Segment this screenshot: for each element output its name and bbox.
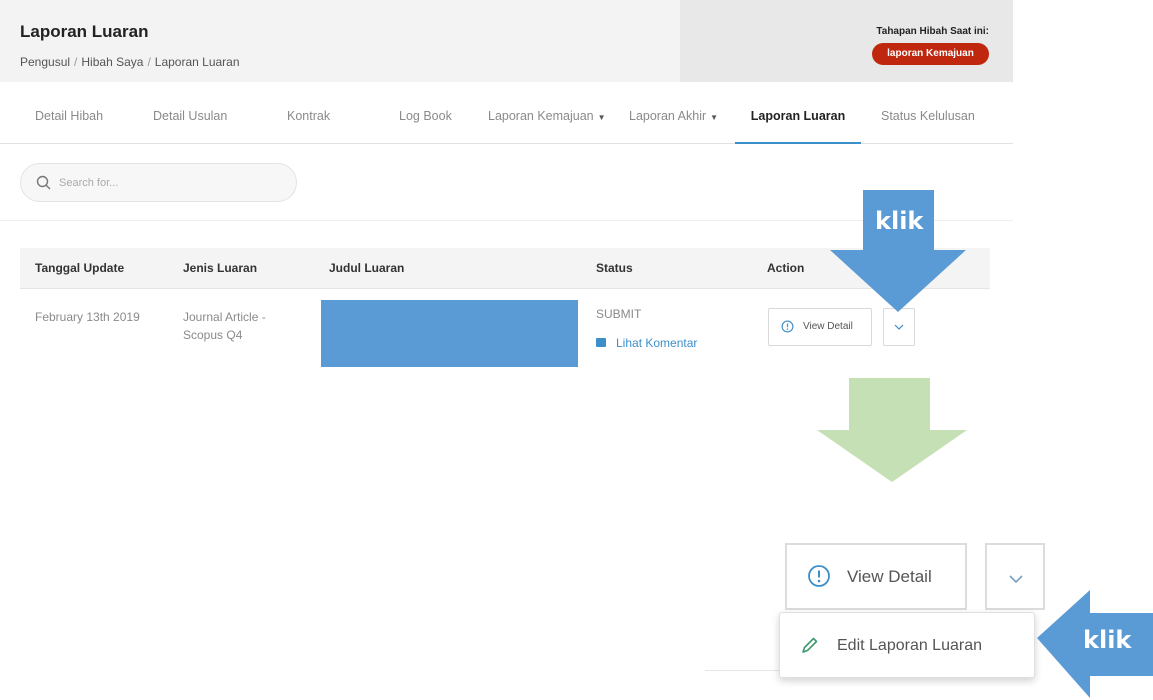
info-icon: [781, 320, 794, 333]
view-detail-label: View Detail: [847, 567, 932, 586]
comment-link-label: Lihat Komentar: [616, 336, 698, 350]
tab-label: Laporan Kemajuan: [488, 109, 594, 123]
cell-jenis-line: Journal Article -: [183, 310, 266, 324]
column-header-judul-luaran: Judul Luaran: [329, 261, 405, 275]
lihat-komentar-link[interactable]: Lihat Komentar: [596, 336, 697, 350]
breadcrumb-item-pengusul[interactable]: Pengusul: [20, 55, 70, 69]
caret-down-icon: ▼: [710, 113, 719, 122]
column-header-jenis-luaran: Jenis Luaran: [183, 261, 258, 275]
view-detail-label: View Detail: [803, 321, 853, 332]
tab-label: Laporan Luaran: [750, 109, 846, 123]
comment-icon: [596, 338, 606, 347]
edit-laporan-luaran-menu-item[interactable]: Edit Laporan Luaran: [780, 613, 1034, 677]
tab-label: Detail Usulan: [153, 109, 228, 123]
chevron-down-icon: [1009, 575, 1023, 583]
redacted-judul-luaran: [321, 300, 578, 367]
tab-laporan-akhir[interactable]: Laporan Akhir ▼: [629, 96, 718, 144]
breadcrumb: Pengusul / Hibah Saya / Laporan Luaran: [20, 55, 240, 69]
page-header: Laporan Luaran Pengusul / Hibah Saya / Lapor…: [0, 0, 1013, 82]
column-header-action: Action: [767, 261, 805, 275]
cell-status: SUBMIT: [596, 307, 642, 321]
tab-label: Log Book: [399, 109, 452, 123]
breadcrumb-item-laporan-luaran: Laporan Luaran: [154, 55, 240, 69]
breadcrumb-separator: /: [147, 55, 151, 69]
tab-bar: Detail Hibah Detail Usulan Kontrak Log B…: [0, 96, 1013, 144]
tab-label: Kontrak: [287, 109, 331, 123]
tab-kontrak[interactable]: Kontrak: [287, 96, 330, 144]
column-header-status: Status: [596, 261, 633, 275]
breadcrumb-item-hibah-saya[interactable]: Hibah Saya: [81, 55, 143, 69]
info-icon: [808, 565, 830, 587]
divider: [705, 670, 779, 671]
stage-panel: [680, 0, 1013, 82]
tab-label: Detail Hibah: [35, 109, 104, 123]
tab-detail-hibah[interactable]: Detail Hibah: [35, 96, 103, 144]
tab-laporan-kemajuan[interactable]: Laporan Kemajuan ▼: [488, 96, 606, 144]
tab-detail-usulan[interactable]: Detail Usulan: [153, 96, 227, 144]
stage-label: Tahapan Hibah Saat ini:: [876, 26, 989, 37]
pencil-icon: [802, 637, 818, 653]
klik-annotation: klik: [875, 207, 924, 235]
stage-badge: laporan Kemajuan: [872, 43, 989, 65]
klik-annotation: klik: [1083, 626, 1132, 654]
action-dropdown-menu: Edit Laporan Luaran: [779, 612, 1035, 678]
edit-laporan-luaran-label: Edit Laporan Luaran: [837, 637, 982, 654]
search-box: [20, 163, 297, 202]
breadcrumb-separator: /: [74, 55, 78, 69]
cell-jenis-line: Scopus Q4: [183, 328, 243, 342]
search-icon: [36, 175, 51, 190]
caret-down-icon: ▼: [597, 113, 606, 122]
search-input[interactable]: [59, 172, 279, 194]
cell-tanggal-update: February 13th 2019: [35, 310, 140, 324]
tab-label: Status Kelulusan: [881, 109, 975, 123]
tab-status-kelulusan[interactable]: Status Kelulusan: [881, 96, 975, 144]
tab-laporan-luaran[interactable]: Laporan Luaran: [735, 96, 861, 144]
tab-label: Laporan Akhir: [629, 109, 707, 123]
column-header-tanggal-update: Tanggal Update: [35, 261, 125, 275]
cell-jenis-luaran: Journal Article - Scopus Q4: [183, 308, 266, 344]
page-title: Laporan Luaran: [20, 22, 149, 41]
callout-arrow-down-green: [817, 378, 967, 482]
view-detail-button-zoomed[interactable]: View Detail: [785, 543, 967, 610]
chevron-down-icon: [894, 324, 904, 330]
tab-log-book[interactable]: Log Book: [399, 96, 452, 144]
